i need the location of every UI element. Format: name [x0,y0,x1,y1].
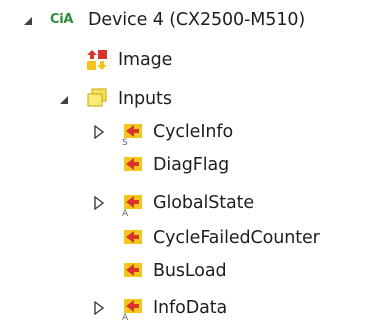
input-var-label: GlobalState [153,193,255,213]
solution-tree: CiA Device 4 (CX2500-M510) Image Inputs … [0,0,372,327]
image-icon [86,49,108,71]
cia-logo-icon: CiA [50,12,74,27]
svg-text:A: A [122,209,129,217]
tree-node-input-var[interactable]: BusLoad [0,255,372,287]
input-variable-icon: S [122,120,144,146]
input-var-label: CycleInfo [153,122,234,142]
collapsed-arrow-icon[interactable] [93,125,107,139]
expanded-arrow-icon[interactable] [58,94,72,108]
tree-node-inputs[interactable]: Inputs [0,83,372,115]
input-variable-icon [122,153,144,175]
tree-node-input-var[interactable]: CycleFailedCounter [0,222,372,254]
tree-node-input-var[interactable]: DiagFlag [0,149,372,181]
svg-text:A: A [122,313,129,321]
collapsed-arrow-icon[interactable] [93,196,107,210]
tree-node-input-var[interactable]: S CycleInfo [0,116,372,148]
input-var-label: CycleFailedCounter [153,228,320,248]
input-var-label: BusLoad [153,261,227,281]
input-variable-icon: A [122,295,144,321]
expanded-arrow-icon[interactable] [22,15,36,29]
tree-node-device[interactable]: CiA Device 4 (CX2500-M510) [0,4,372,36]
input-var-label: InfoData [153,298,228,318]
svg-text:S: S [122,138,128,146]
tree-node-input-var[interactable]: A InfoData [0,292,372,324]
input-variable-icon [122,226,144,248]
image-label: Image [118,50,173,70]
tree-node-image[interactable]: Image [0,44,372,76]
tree-node-input-var[interactable]: A GlobalState [0,187,372,219]
inputs-label: Inputs [118,89,172,109]
input-var-label: DiagFlag [153,155,230,175]
collapsed-arrow-icon[interactable] [93,301,107,315]
folder-icon [86,88,108,110]
input-variable-icon: A [122,191,144,217]
device-label: Device 4 (CX2500-M510) [88,10,306,30]
input-variable-icon [122,259,144,281]
